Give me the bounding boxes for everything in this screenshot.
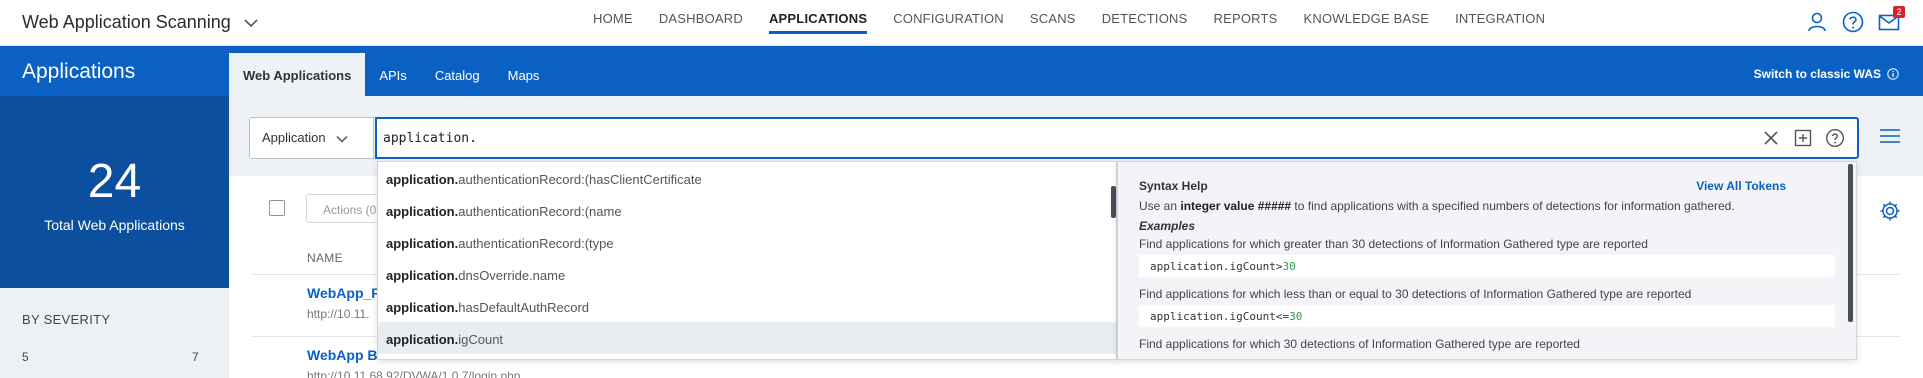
token-suffix: hasDefaultAuthRecord [458,300,590,315]
tab-apis[interactable]: APIs [365,53,420,96]
nav-knowledge-base[interactable]: KNOWLEDGE BASE [1291,0,1443,46]
main-nav: HOME DASHBOARD APPLICATIONS CONFIGURATIO… [580,0,1558,46]
token-suffix: dnsOverride.name [458,268,566,283]
token-prefix: application. [386,236,459,251]
token-suffix: igCount [458,332,504,347]
token-suffix: authenticationRecord:(hasClientCertifica… [458,172,702,187]
autocomplete-item[interactable]: application.dnsOverride.name [378,258,1116,290]
search-input[interactable] [377,119,1677,157]
desc-emphasis: integer value ##### [1180,199,1292,213]
example-description: Find applications for which less than or… [1139,287,1692,301]
view-all-tokens-link[interactable]: View All Tokens [1696,179,1786,193]
app-switcher[interactable]: Web Application Scanning [22,12,259,33]
token-prefix: application. [386,204,459,219]
left-panel-title: Applications [0,46,229,96]
desc-text: Use an [1139,199,1181,213]
severity-value-right: 7 [192,350,199,364]
autocomplete-item[interactable]: application.hasDefaultAuthRecord [378,290,1116,322]
help-icon[interactable] [1841,10,1865,34]
code-number: 30 [1282,260,1296,273]
top-icons: 2 [1805,6,1905,34]
nav-detections[interactable]: DETECTIONS [1089,0,1201,46]
examples-label: Examples [1139,219,1196,233]
severity-value-left: 5 [22,350,29,364]
total-count-card: 24 Total Web Applications [0,96,229,288]
hamburger-menu-icon[interactable] [1879,126,1901,146]
example-description: Find applications for which 30 detection… [1139,337,1580,351]
nav-configuration[interactable]: CONFIGURATION [880,0,1017,46]
query-box [375,117,1859,159]
autocomplete-item-highlighted[interactable]: application.igCount [378,322,1116,354]
select-all-checkbox[interactable] [269,200,285,216]
nav-reports[interactable]: REPORTS [1200,0,1290,46]
app-title: Web Application Scanning [22,12,231,32]
nav-home[interactable]: HOME [580,0,646,46]
add-filter-icon[interactable] [1793,128,1813,148]
switch-classic-label: Switch to classic WAS [1753,67,1881,81]
syntax-help-title: Syntax Help [1139,179,1208,193]
example-description: Find applications for which greater than… [1139,237,1648,251]
top-bar: Web Application Scanning HOME DASHBOARD … [0,0,1923,46]
tab-web-applications[interactable]: Web Applications [229,53,366,96]
autocomplete-item[interactable]: application.authenticationRecord:(hasCli… [378,162,1116,194]
app-url: http://10.11. [307,307,370,321]
token-prefix: application. [386,300,459,315]
gear-icon[interactable] [1879,200,1901,222]
token-prefix: application. [386,332,459,347]
search-field-value: Application [262,130,326,145]
sub-nav-bar: Web Applications APIs Catalog Maps Switc… [229,46,1923,96]
token-suffix: authenticationRecord:(type [458,236,614,251]
autocomplete-item[interactable]: application.authenticationRecord:(name [378,194,1116,226]
autocomplete-item[interactable]: application.authenticationRecord:(type [378,226,1116,258]
code-text: application.igCount> [1150,260,1283,273]
query-actions [1761,128,1845,148]
tab-maps[interactable]: Maps [494,53,554,96]
app-url: http://10.11.68.92/DVWA/1.0.7/login.php [307,369,521,378]
severity-panel: BY SEVERITY 5 7 [0,288,229,378]
nav-scans[interactable]: SCANS [1017,0,1089,46]
column-header-name[interactable]: NAME [307,251,343,265]
search-field-select[interactable]: Application [249,117,374,159]
mail-button[interactable]: 2 [1877,6,1905,34]
example-code: application.igCount<=30 [1139,305,1835,327]
token-prefix: application. [386,268,459,283]
chevron-down-icon [244,18,258,27]
switch-classic-link[interactable]: Switch to classic WAS [1754,67,1899,81]
info-icon [1887,68,1899,80]
token-prefix: application. [386,172,459,187]
total-count: 24 [87,155,142,208]
syntax-help-panel: Syntax Help View All Tokens Use an integ… [1117,161,1857,360]
app-name-link[interactable]: WebApp_F [307,285,380,301]
syntax-help-scrollbar[interactable] [1848,164,1853,322]
autocomplete-list: application.authenticationRecord:(hasCli… [377,161,1117,360]
tab-catalog[interactable]: Catalog [421,53,494,96]
clear-icon[interactable] [1761,128,1781,148]
nav-applications[interactable]: APPLICATIONS [756,0,880,46]
example-code: application.igCount>30 [1139,255,1835,277]
app-name-link[interactable]: WebApp B [307,347,378,363]
syntax-description: Use an integer value ##### to find appli… [1139,199,1735,213]
autocomplete-scrollbar[interactable] [1111,186,1116,218]
total-count-label: Total Web Applications [44,217,185,233]
severity-title: BY SEVERITY [22,312,111,327]
sub-tabs: Web Applications APIs Catalog Maps [229,53,553,96]
desc-text: to find applications with a specified nu… [1291,199,1735,213]
query-help-icon[interactable] [1825,128,1845,148]
token-suffix: authenticationRecord:(name [458,204,622,219]
user-icon[interactable] [1805,10,1829,34]
notification-badge: 2 [1893,6,1905,18]
chevron-down-icon [336,135,348,143]
nav-dashboard[interactable]: DASHBOARD [646,0,756,46]
code-number: 30 [1289,310,1303,323]
code-text: application.igCount<= [1150,310,1290,323]
nav-integration[interactable]: INTEGRATION [1442,0,1558,46]
